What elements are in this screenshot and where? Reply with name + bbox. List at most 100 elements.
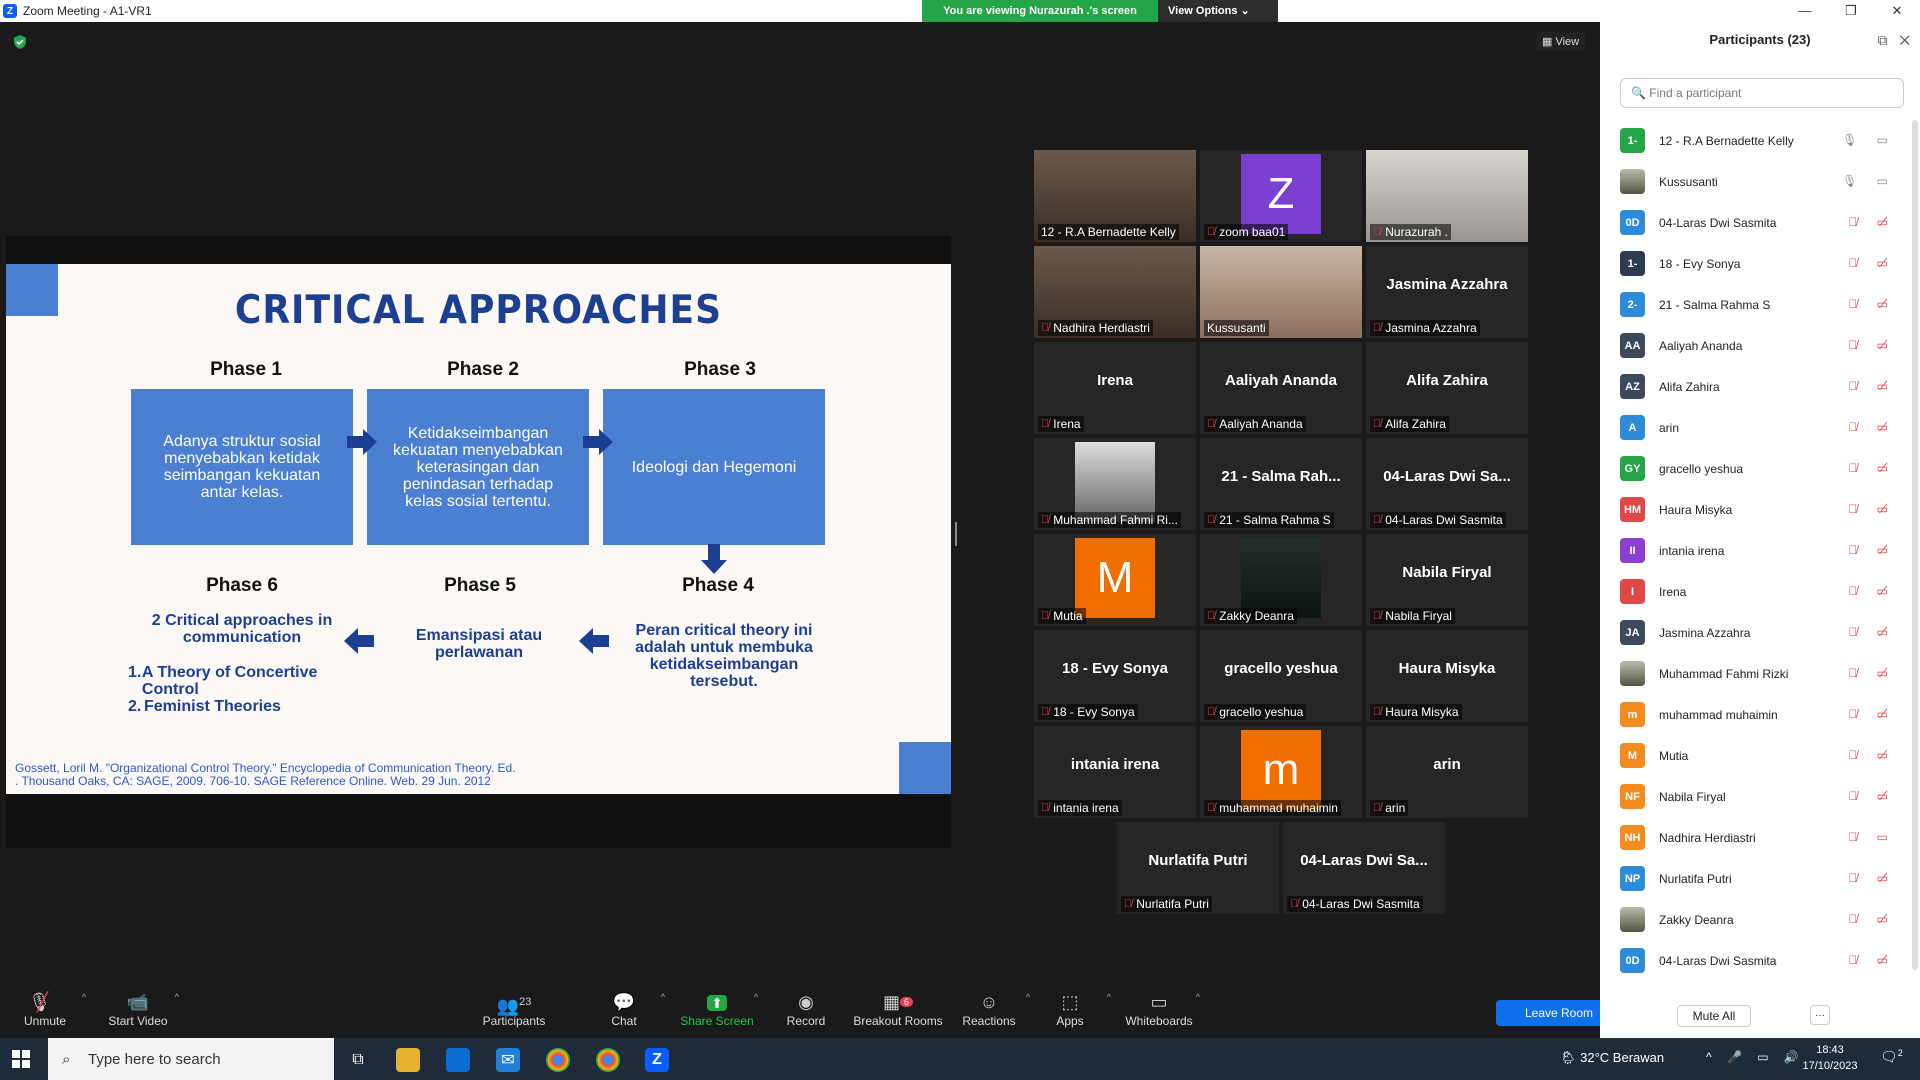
caret-up-icon[interactable]: ^: [175, 992, 179, 1002]
participant-row[interactable]: 0D 04-Laras Dwi Sasmita 🎙̸ ▭̸: [1620, 202, 1910, 243]
security-shield-icon[interactable]: [12, 34, 28, 50]
video-tile[interactable]: Kussusanti: [1200, 246, 1362, 338]
split-drag-handle[interactable]: [955, 522, 957, 546]
start-video-button[interactable]: 📹 Start Video ^: [93, 990, 183, 1028]
scrollbar[interactable]: [1912, 120, 1918, 970]
more-options-button[interactable]: ···: [1810, 1005, 1830, 1025]
video-tile[interactable]: Alifa Zahira 🎙̸ Alifa Zahira: [1366, 342, 1528, 434]
participant-row[interactable]: NH Nadhira Herdiastri 🎙̸ ▭: [1620, 817, 1910, 858]
caret-up-icon[interactable]: ^: [1196, 992, 1200, 1002]
task-view-icon[interactable]: ⧉: [346, 1048, 370, 1072]
participant-name: Alifa Zahira: [1659, 379, 1720, 394]
mute-all-button[interactable]: Mute All: [1677, 1005, 1751, 1027]
participant-row[interactable]: M Mutia 🎙̸ ▭̸: [1620, 735, 1910, 776]
system-tray-icons[interactable]: ^ 🎤 ▭ 🔊: [1706, 1050, 1805, 1064]
chrome-icon[interactable]: [546, 1048, 570, 1072]
participant-name: Zakky Deanra: [1659, 912, 1734, 927]
tile-name: intania irena: [1053, 801, 1119, 815]
participant-row[interactable]: I Irena 🎙̸ ▭̸: [1620, 571, 1910, 612]
video-tile[interactable]: Irena 🎙̸ Irena: [1034, 342, 1196, 434]
caret-up-icon[interactable]: ^: [82, 992, 86, 1002]
video-tile[interactable]: 04-Laras Dwi Sa... 🎙̸ 04-Laras Dwi Sasmita: [1366, 438, 1528, 530]
view-options-button[interactable]: View Options ⌄: [1158, 0, 1278, 22]
reactions-button[interactable]: ☺ Reactions ^: [944, 990, 1034, 1028]
tile-name: Kussusanti: [1207, 321, 1266, 335]
tile-display-name: intania irena: [1070, 756, 1160, 773]
avatar: I: [1620, 579, 1645, 604]
participant-row[interactable]: NF Nabila Firyal 🎙̸ ▭̸: [1620, 776, 1910, 817]
store-icon[interactable]: [446, 1048, 470, 1072]
video-tile[interactable]: M 🎙̸ Mutia: [1034, 534, 1196, 626]
participant-row[interactable]: II intania irena 🎙̸ ▭̸: [1620, 530, 1910, 571]
video-tile[interactable]: 18 - Evy Sonya 🎙̸ 18 - Evy Sonya: [1034, 630, 1196, 722]
video-tile[interactable]: m 🎙̸ muhammad muhaimin: [1200, 726, 1362, 818]
video-tile[interactable]: 21 - Salma Rah... 🎙̸ 21 - Salma Rahma S: [1200, 438, 1362, 530]
video-tile[interactable]: Jasmina Azzahra 🎙̸ Jasmina Azzahra: [1366, 246, 1528, 338]
participant-row[interactable]: 1- 18 - Evy Sonya 🎙̸ ▭̸: [1620, 243, 1910, 284]
participant-row[interactable]: GY gracello yeshua 🎙̸ ▭̸: [1620, 448, 1910, 489]
close-panel-icon[interactable]: ✕: [1899, 32, 1910, 48]
video-tile[interactable]: 04-Laras Dwi Sa... 🎙̸ 04-Laras Dwi Sasmita: [1283, 822, 1445, 914]
record-button[interactable]: ◉ Record: [761, 990, 851, 1028]
video-tile[interactable]: Z 🎙̸ zoom baa01: [1200, 150, 1362, 242]
minimize-button[interactable]: —: [1782, 0, 1828, 22]
participant-row[interactable]: Zakky Deanra 🎙̸ ▭̸: [1620, 899, 1910, 940]
participant-row[interactable]: HM Haura Misyka 🎙̸ ▭̸: [1620, 489, 1910, 530]
participant-row[interactable]: NP Nurlatifa Putri 🎙̸ ▭̸: [1620, 858, 1910, 899]
participant-row[interactable]: 2- 21 - Salma Rahma S 🎙̸ ▭̸: [1620, 284, 1910, 325]
video-tile[interactable]: gracello yeshua 🎙̸ gracello yeshua: [1200, 630, 1362, 722]
participant-row[interactable]: 1- 12 - R.A Bernadette Kelly 🎙 ▭: [1620, 120, 1910, 161]
participant-row[interactable]: AA Aaliyah Ananda 🎙̸ ▭̸: [1620, 325, 1910, 366]
muted-mic-and-video-icon: 🎙̸ ▭̸: [1848, 912, 1896, 926]
participant-row[interactable]: JA Jasmina Azzahra 🎙̸ ▭̸: [1620, 612, 1910, 653]
find-participant-input[interactable]: 🔍 Find a participant: [1620, 78, 1904, 108]
participant-row[interactable]: Muhammad Fahmi Rizki 🎙̸ ▭̸: [1620, 653, 1910, 694]
avatar: [1620, 661, 1645, 686]
video-tile[interactable]: 🎙̸ Nurazurah .: [1366, 150, 1528, 242]
video-tile[interactable]: arin 🎙̸ arin: [1366, 726, 1528, 818]
participant-row[interactable]: Kussusanti 🎙 ▭: [1620, 161, 1910, 202]
participant-row[interactable]: AZ Alifa Zahira 🎙̸ ▭̸: [1620, 366, 1910, 407]
profile-photo: [1241, 538, 1321, 618]
popout-icon[interactable]: ⧉: [1878, 32, 1888, 48]
video-tile[interactable]: intania irena 🎙̸ intania irena: [1034, 726, 1196, 818]
share-screen-button[interactable]: ⬆ Share Screen ^: [672, 990, 762, 1028]
maximize-button[interactable]: ❐: [1828, 0, 1874, 22]
taskbar-search-input[interactable]: ⌕ Type here to search: [48, 1038, 334, 1080]
windows-start-icon[interactable]: [12, 1050, 30, 1068]
video-tile[interactable]: Haura Misyka 🎙̸ Haura Misyka: [1366, 630, 1528, 722]
taskbar-clock[interactable]: 18:43 17/10/2023: [1800, 1042, 1860, 1074]
video-tile[interactable]: Nabila Firyal 🎙̸ Nabila Firyal: [1366, 534, 1528, 626]
participant-row[interactable]: Aarin 🎙̸ ▭̸: [1620, 407, 1910, 448]
view-layout-button[interactable]: ▦ View: [1536, 32, 1586, 51]
file-explorer-icon[interactable]: [396, 1048, 420, 1072]
video-tile[interactable]: 🎙̸ Muhammad Fahmi Ri...: [1034, 438, 1196, 530]
tile-name: Nabila Firyal: [1385, 609, 1452, 623]
chat-icon: 💬: [612, 992, 636, 1012]
notifications-icon[interactable]: 🗨2: [1880, 1048, 1903, 1066]
video-tile[interactable]: Aaliyah Ananda 🎙̸ Aaliyah Ananda: [1200, 342, 1362, 434]
video-tile[interactable]: Nurlatifa Putri 🎙̸ Nurlatifa Putri: [1117, 822, 1279, 914]
chat-button[interactable]: 💬 Chat ^: [579, 990, 669, 1028]
video-tile[interactable]: 12 - R.A Bernadette Kelly: [1034, 150, 1196, 242]
apps-button[interactable]: ⬚ Apps ^: [1025, 990, 1115, 1028]
whiteboards-button[interactable]: ▭ Whiteboards ^: [1114, 990, 1204, 1028]
participant-row[interactable]: m muhammad muhaimin 🎙̸ ▭̸: [1620, 694, 1910, 735]
caret-up-icon[interactable]: ^: [754, 992, 758, 1002]
chrome-icon[interactable]: [596, 1048, 620, 1072]
unmute-button[interactable]: 🎙╱ Unmute ^: [0, 990, 90, 1028]
weather-widget[interactable]: 🌦 32°C Berawan: [1560, 1050, 1664, 1066]
participants-button[interactable]: 👥23 Participants: [469, 990, 559, 1028]
tile-name-label: 🎙̸ Muhammad Fahmi Ri...: [1038, 512, 1181, 528]
caret-up-icon[interactable]: ^: [1107, 992, 1111, 1002]
video-tile[interactable]: 🎙̸ Nadhira Herdiastri: [1034, 246, 1196, 338]
breakout-rooms-button[interactable]: ▦ 6 Breakout Rooms: [853, 990, 943, 1028]
close-window-button[interactable]: ✕: [1874, 0, 1920, 22]
participant-row[interactable]: 0D 04-Laras Dwi Sasmita 🎙̸ ▭̸: [1620, 940, 1910, 981]
video-tile[interactable]: 🎙̸ Zakky Deanra: [1200, 534, 1362, 626]
zoom-app-icon[interactable]: Z: [645, 1048, 669, 1072]
mail-icon[interactable]: ✉: [496, 1048, 520, 1072]
caret-up-icon[interactable]: ^: [661, 992, 665, 1002]
tile-name-label: 🎙̸ arin: [1370, 800, 1409, 816]
muted-mic-and-video-icon: 🎙̸ ▭̸: [1848, 707, 1896, 721]
